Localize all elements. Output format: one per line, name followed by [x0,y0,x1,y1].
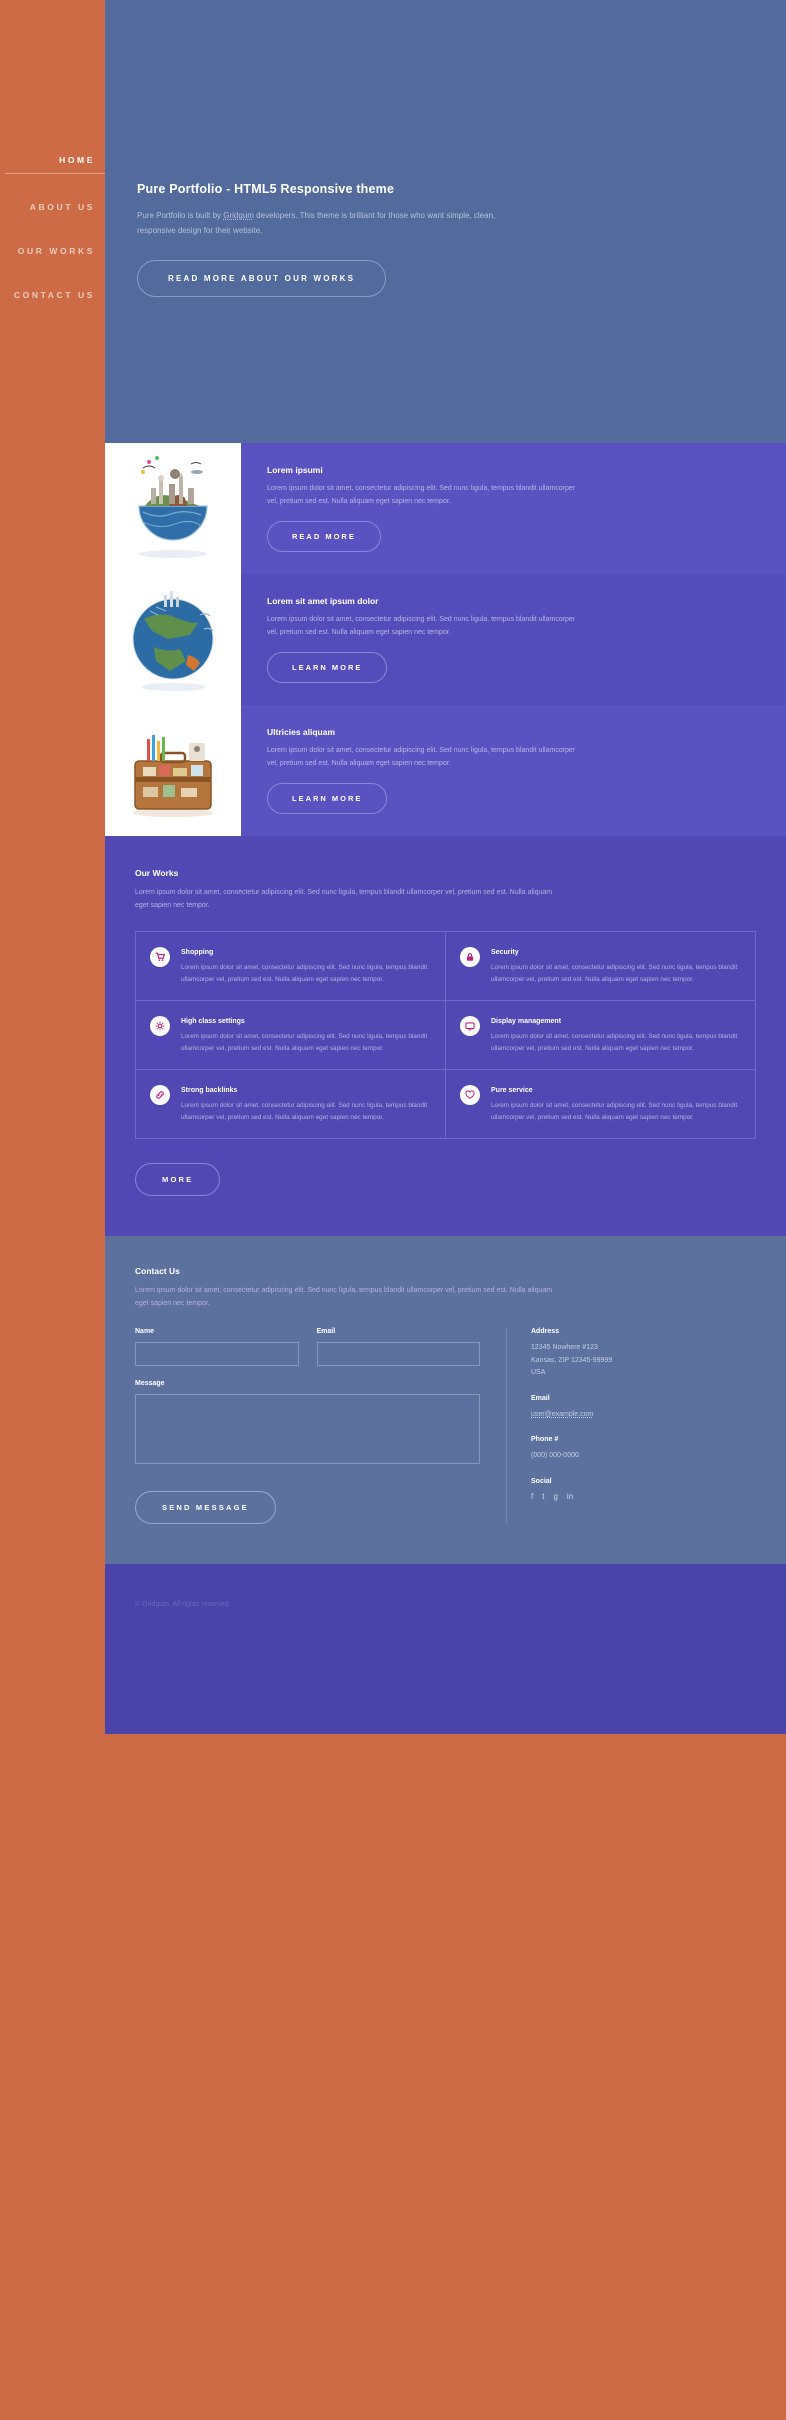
message-textarea[interactable] [135,1394,480,1464]
works-title: Our Works [135,868,179,878]
main-navigation: HOME ABOUT US OUR WORKS CONTACT US [0,155,105,334]
services-grid: Shopping Lorem ipsum dolor sit amet, con… [135,931,756,1139]
name-field-group: Name [135,1328,299,1366]
service-title-high-class-settings: High class settings [181,1018,245,1025]
email-label: Email [316,1328,336,1335]
feature-image-3 [105,705,241,836]
service-text-shopping: Lorem ipsum dolor sit amet, consectetur … [181,964,428,983]
copyright-text: © Gridgum. All rights reserved. [135,1601,231,1608]
cart-icon [150,947,170,967]
address-line-1: 12345 Nowhere #123 [531,1344,598,1351]
sidebar-item-contact-us[interactable]: CONTACT US [0,290,105,300]
service-item-strong-backlinks[interactable]: Strong backlinks Lorem ipsum dolor sit a… [136,1070,446,1139]
globe-planet-icon [132,590,214,691]
globe-city-bowl-icon [138,455,208,558]
service-title-display-management: Display management [491,1018,562,1025]
nav-active-underline [5,173,105,174]
hero-link-gridgum[interactable]: Gridgum [223,211,254,220]
feature-title-2: Lorem sit amet ipsum dolor [267,596,379,606]
sidebar: HOME ABOUT US OUR WORKS CONTACT US [0,0,105,2420]
hero-description: Pure Portfolio is built by Gridgum devel… [137,208,507,238]
feature-text-1: Lorem ipsum dolor sit amet, consectetur … [267,485,576,505]
sidebar-item-home[interactable]: HOME [0,155,105,165]
message-field-group: Message [135,1380,480,1469]
address-line-3: USA [531,1369,546,1376]
hero-text-before: Pure Portfolio is built by [137,211,224,220]
google-plus-icon[interactable]: g [553,1492,557,1501]
works-description: Lorem ipsum dolor sit amet, consectetur … [135,889,553,909]
nav-label-about-us: ABOUT US [29,202,95,212]
service-item-shopping[interactable]: Shopping Lorem ipsum dolor sit amet, con… [136,932,446,1001]
feature-title-3: Ultricies aliquam [267,727,336,737]
nav-label-home: HOME [59,155,95,165]
feature-button-2[interactable]: LEARN MORE [267,652,388,683]
service-title-security: Security [491,949,519,956]
facebook-icon[interactable]: f [531,1492,533,1501]
service-text-security: Lorem ipsum dolor sit amet, consectetur … [491,964,738,983]
contact-description: Lorem ipsum dolor sit amet, consectetur … [135,1287,553,1307]
service-item-display-management[interactable]: Display management Lorem ipsum dolor sit… [446,1001,756,1070]
lock-icon [460,947,480,967]
name-label: Name [135,1328,155,1335]
feature-text-2: Lorem ipsum dolor sit amet, consectetur … [267,616,576,636]
contact-form: Name Email Message SEND MESSAGE [135,1328,480,1524]
feature-image-2 [105,574,241,705]
feature-row-2: Lorem sit amet ipsum dolor Lorem ipsum d… [105,574,786,705]
gear-icon [150,1016,170,1036]
travel-suitcase-icon [133,734,213,817]
page-content: Pure Portfolio - HTML5 Responsive theme … [105,0,786,1734]
email-input[interactable] [316,1342,480,1366]
heart-icon [460,1085,480,1105]
message-label: Message [135,1380,165,1387]
social-label: Social [531,1477,552,1485]
page-title: Pure Portfolio - HTML5 Responsive theme [137,182,395,196]
email-link[interactable]: user@example.com [531,1411,593,1418]
sidebar-item-about-us[interactable]: ABOUT US [0,202,105,212]
footer: © Gridgum. All rights reserved. [105,1564,786,1734]
sidebar-item-our-works[interactable]: OUR WORKS [0,246,105,256]
contact-title: Contact Us [135,1266,180,1276]
feature-button-1[interactable]: READ MORE [267,521,381,552]
hero-section: Pure Portfolio - HTML5 Responsive theme … [105,0,786,443]
feature-image-1 [105,443,241,574]
service-text-high-class-settings: Lorem ipsum dolor sit amet, consectetur … [181,1033,428,1052]
contact-info: Address 12345 Nowhere #123 Kansas, ZIP 1… [506,1328,726,1524]
service-title-pure-service: Pure service [491,1087,533,1094]
feature-row-3: Ultricies aliquam Lorem ipsum dolor sit … [105,705,786,836]
service-text-pure-service: Lorem ipsum dolor sit amet, consectetur … [491,1102,738,1121]
name-input[interactable] [135,1342,299,1366]
address-label: Address [531,1328,560,1335]
service-item-security[interactable]: Security Lorem ipsum dolor sit amet, con… [446,932,756,1001]
social-links: f t g in [531,1492,726,1501]
feature-row-1: Lorem ipsumi Lorem ipsum dolor sit amet,… [105,443,786,574]
link-icon [150,1085,170,1105]
twitter-icon[interactable]: t [542,1492,544,1501]
email-heading: Email [531,1394,550,1402]
linkedin-icon[interactable]: in [567,1492,573,1501]
monitor-icon [460,1016,480,1036]
our-works-section: Our Works Lorem ipsum dolor sit amet, co… [105,836,786,1236]
read-more-button[interactable]: READ MORE ABOUT OUR WORKS [137,260,387,297]
nav-label-contact-us: CONTACT US [13,290,95,300]
feature-title-1: Lorem ipsumi [267,465,323,475]
nav-label-our-works: OUR WORKS [17,246,95,256]
service-title-shopping: Shopping [181,949,214,956]
service-text-display-management: Lorem ipsum dolor sit amet, consectetur … [491,1033,738,1052]
address-value: 12345 Nowhere #123 Kansas, ZIP 12345-999… [531,1342,726,1380]
phone-label: Phone # [531,1436,559,1443]
more-button[interactable]: MORE [135,1163,221,1196]
service-title-strong-backlinks: Strong backlinks [181,1087,238,1094]
feature-text-3: Lorem ipsum dolor sit amet, consectetur … [267,747,576,767]
phone-value: (000) 000-0000 [531,1452,579,1459]
feature-button-3[interactable]: LEARN MORE [267,783,388,814]
contact-section: Contact Us Lorem ipsum dolor sit amet, c… [105,1236,786,1564]
send-message-button[interactable]: SEND MESSAGE [135,1491,276,1524]
address-line-2: Kansas, ZIP 12345-99999 [531,1356,613,1364]
service-item-high-class-settings[interactable]: High class settings Lorem ipsum dolor si… [136,1001,446,1070]
service-text-strong-backlinks: Lorem ipsum dolor sit amet, consectetur … [181,1102,428,1121]
email-field-group: Email [316,1328,480,1366]
service-item-pure-service[interactable]: Pure service Lorem ipsum dolor sit amet,… [446,1070,756,1139]
